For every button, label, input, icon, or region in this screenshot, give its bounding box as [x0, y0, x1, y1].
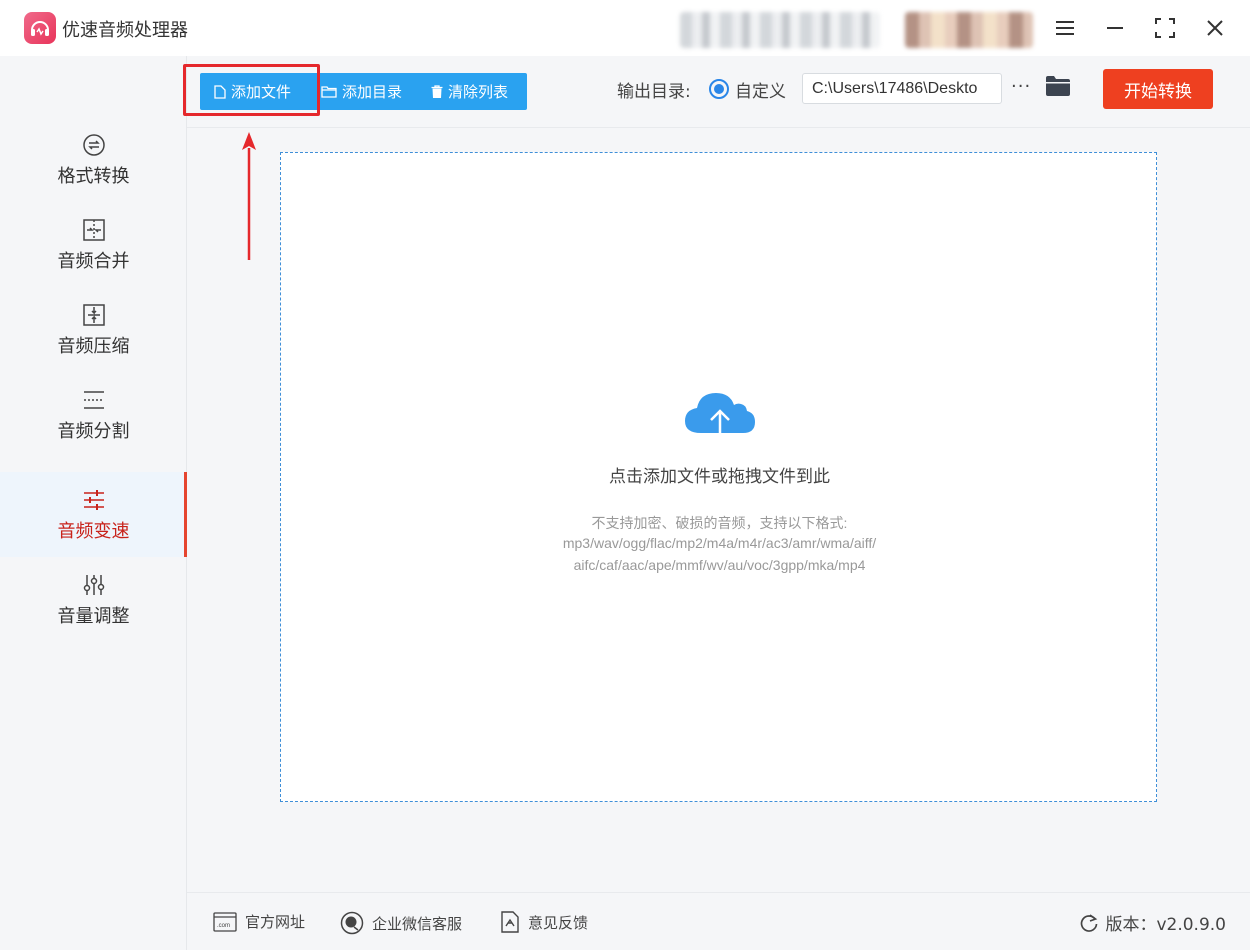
close-icon	[1206, 19, 1224, 37]
maximize-button[interactable]	[1147, 10, 1183, 46]
feedback-icon	[500, 911, 520, 933]
app-logo	[24, 12, 56, 44]
feedback-link[interactable]: 意见反馈	[500, 911, 588, 933]
minimize-button[interactable]	[1097, 10, 1133, 46]
browse-folder-button[interactable]	[1045, 75, 1071, 101]
version-label: 版本：v2.0.9.0	[1105, 910, 1226, 935]
user-avatar-blurred[interactable]	[905, 12, 1033, 48]
clear-list-button[interactable]: 清除列表	[431, 73, 508, 110]
sidebar-item-label: 音频分割	[58, 417, 130, 443]
sidebar-item-volume-adjust[interactable]: 音量调整	[0, 557, 187, 642]
convert-icon	[81, 132, 107, 158]
merge-icon	[81, 217, 107, 243]
version-info[interactable]: 版本：v2.0.9.0	[1079, 910, 1226, 935]
sidebar-item-audio-merge[interactable]: 音频合并	[0, 202, 187, 287]
sidebar-item-audio-compress[interactable]: 音频压缩	[0, 287, 187, 372]
output-dir-label: 输出目录:	[617, 77, 691, 102]
wechat-support-link[interactable]: 企业微信客服	[340, 911, 462, 935]
custom-radio[interactable]	[709, 79, 729, 99]
compress-icon	[81, 302, 107, 328]
dropzone-title: 点击添加文件或拖拽文件到此	[281, 462, 1158, 487]
supported-formats-note: 不支持加密、破损的音频，支持以下格式:	[281, 513, 1158, 533]
more-options-button[interactable]: ···	[1011, 76, 1031, 97]
sidebar-item-audio-speed[interactable]: 音频变速	[0, 472, 187, 557]
toolbar: 添加文件 添加目录 清除列表 输出目录: 自定义 C:\Users\17486\…	[187, 56, 1250, 128]
add-folder-label: 添加目录	[342, 81, 402, 102]
sidebar: 格式转换 音频合并 音频压缩 音频分割 音频变速 音量调整	[0, 56, 187, 950]
annotation-highlight-box	[183, 64, 320, 116]
output-path-input[interactable]: C:\Users\17486\Deskto	[802, 73, 1002, 104]
wechat-icon	[340, 911, 364, 935]
website-link[interactable]: .com 官方网址	[213, 911, 305, 932]
split-icon	[81, 387, 107, 413]
svg-text:.com: .com	[217, 923, 230, 929]
feedback-label: 意见反馈	[528, 912, 588, 933]
sidebar-item-audio-split[interactable]: 音频分割	[0, 372, 187, 457]
wechat-label: 企业微信客服	[372, 913, 462, 934]
sidebar-item-label: 音频压缩	[58, 332, 130, 358]
clear-list-label: 清除列表	[448, 81, 508, 102]
refresh-icon	[1079, 913, 1099, 933]
volume-sliders-icon	[81, 572, 107, 598]
user-info-blurred	[680, 12, 880, 48]
start-convert-button[interactable]: 开始转换	[1103, 69, 1213, 109]
sidebar-item-label: 音频变速	[58, 517, 130, 543]
cloud-upload-icon	[683, 387, 757, 451]
supported-formats-line: aifc/caf/aac/ape/mmf/wv/au/voc/3gpp/mka/…	[281, 557, 1158, 573]
headphones-icon	[29, 17, 51, 39]
sliders-icon	[81, 487, 107, 513]
folder-outline-icon	[321, 85, 337, 98]
sidebar-item-label: 格式转换	[58, 162, 130, 188]
app-title: 优速音频处理器	[62, 16, 188, 42]
footer-bar: .com 官方网址 企业微信客服 意见反馈 版本：v2.0.9.0	[187, 892, 1250, 950]
maximize-icon	[1155, 18, 1175, 38]
annotation-arrow-icon	[238, 130, 260, 262]
custom-radio-label[interactable]: 自定义	[735, 77, 786, 102]
file-dropzone[interactable]: 点击添加文件或拖拽文件到此 不支持加密、破损的音频，支持以下格式: mp3/wa…	[280, 152, 1157, 802]
title-bar: 优速音频处理器	[0, 0, 1250, 56]
add-folder-button[interactable]: 添加目录	[321, 73, 402, 110]
menu-icon	[1055, 20, 1075, 36]
sidebar-item-label: 音频合并	[58, 247, 130, 273]
folder-icon	[1045, 75, 1071, 97]
website-icon: .com	[213, 912, 237, 932]
close-button[interactable]	[1197, 10, 1233, 46]
minimize-icon	[1106, 26, 1124, 30]
sidebar-item-format-convert[interactable]: 格式转换	[0, 117, 187, 202]
supported-formats-line: mp3/wav/ogg/flac/mp2/m4a/m4r/ac3/amr/wma…	[281, 535, 1158, 551]
website-label: 官方网址	[245, 911, 305, 932]
menu-button[interactable]	[1047, 10, 1083, 46]
sidebar-item-label: 音量调整	[58, 602, 130, 628]
trash-icon	[431, 85, 443, 99]
